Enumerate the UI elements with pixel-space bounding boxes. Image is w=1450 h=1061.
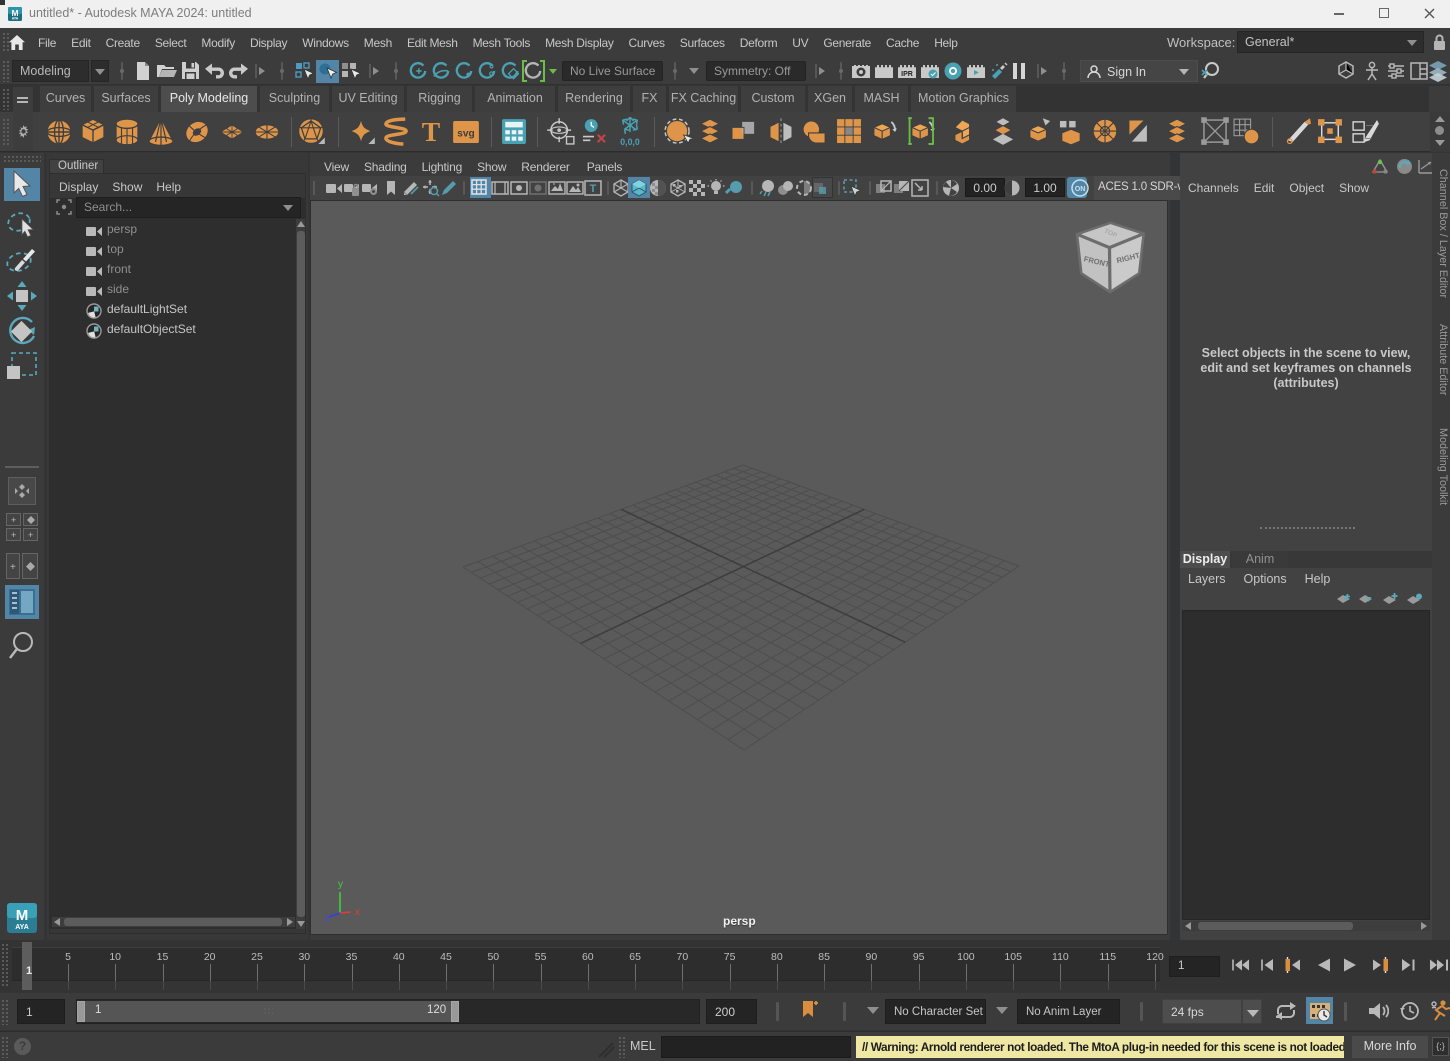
svg-text:x: x — [355, 907, 360, 918]
svg-text:M: M — [16, 907, 29, 924]
svg-text:IPR: IPR — [901, 71, 913, 78]
svg-text:y: y — [338, 879, 343, 890]
svg-text:z: z — [325, 913, 330, 924]
svg-text:T: T — [590, 183, 597, 195]
svg-text:AYA: AYA — [15, 924, 29, 931]
svg-text:ON: ON — [1075, 186, 1086, 193]
svg-text:T: T — [422, 116, 440, 147]
svg-text:AYA: AYA — [12, 17, 19, 21]
svg-text:svg: svg — [457, 129, 474, 140]
svg-text:0,0,0: 0,0,0 — [620, 137, 640, 147]
